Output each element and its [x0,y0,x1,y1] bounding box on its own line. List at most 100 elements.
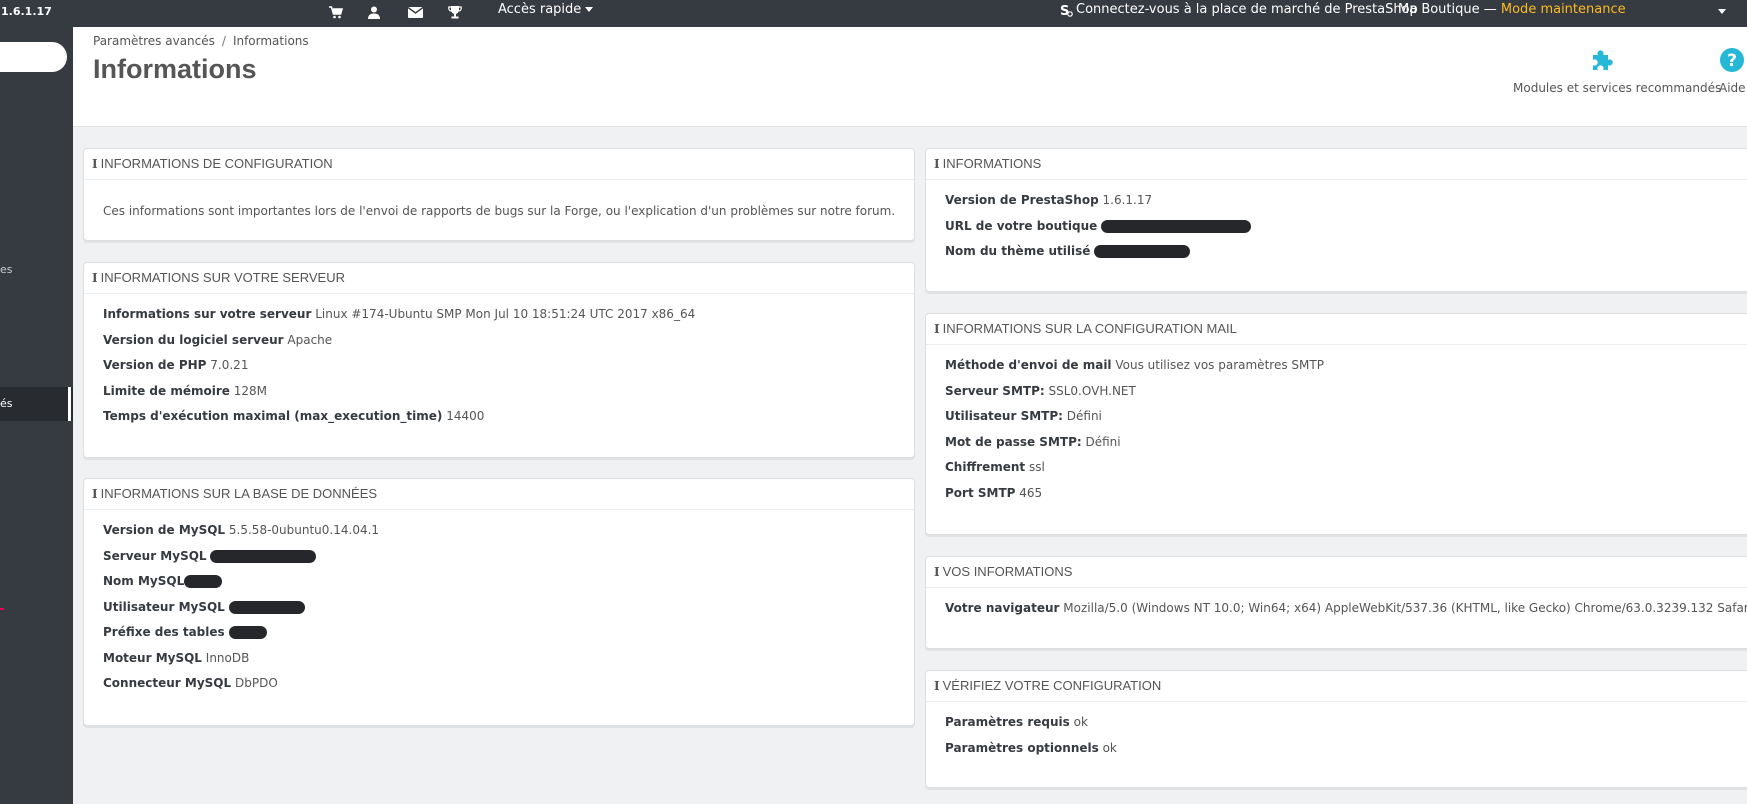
row-label: Port SMTP [945,485,1016,500]
row-label: Méthode d'envoi de mail [945,358,1112,372]
info-row: Serveur MySQL [103,548,895,574]
row-value: Défini [1085,434,1121,449]
info-row: URL de votre boutique [945,218,1735,244]
row-label: Paramètres requis [945,715,1070,729]
row-label: Version de PrestaShop [945,193,1099,207]
config-info-panel: i Informations de configuration Ces infor… [83,148,915,241]
panel-title: Informations sur la base de données [100,486,378,501]
info-row: Version du logiciel serveur Apache [103,332,895,358]
breadcrumb-parent[interactable]: Paramètres avancés [93,34,215,48]
info-row: Préfixe des tables [103,624,895,650]
info-row: Limite de mémoire 128M [103,383,895,409]
info-icon: i [934,565,940,579]
panel-heading: i Informations sur la base de données [84,479,914,510]
puzzle-icon [1593,50,1613,70]
sidebar-item-partial[interactable]: es [0,263,13,276]
cart-icon[interactable] [327,3,345,21]
redacted-value [228,626,267,639]
shop-separator: — [1479,2,1501,17]
row-label: Nom MySQL [103,574,185,588]
row-label: Utilisateur SMTP: [945,409,1063,423]
quick-access-label: Accès rapide [498,2,582,17]
shop-name: Ma Boutique [1398,2,1480,17]
row-value: ssl [1029,460,1045,474]
info-row: Chiffrement ssl [945,459,1735,485]
row-value: InnoDB [205,650,250,665]
sidebar-item-active[interactable]: és [0,387,73,421]
info-row: Temps d'exécution maximal (max_execution… [103,408,895,434]
page-header: Paramètres avancés / Informations Informat… [73,27,1747,127]
panel-heading: i Informations de configuration [84,149,914,180]
panel-heading: i Informations sur la configuration mail [926,314,1747,345]
row-value: 465 [1019,485,1043,500]
row-label: Préfixe des tables [103,625,225,639]
employee-menu-caret-icon[interactable] [1718,9,1726,14]
row-label: Utilisateur MySQL [103,599,225,614]
info-row: Utilisateur MySQL [103,599,895,625]
info-row: Paramètres requis ok [945,714,1735,740]
marketplace-label: Connectez-vous à la place de marché de P… [1076,2,1418,17]
row-value: Défini [1066,409,1102,423]
redacted-value [210,549,317,563]
top-navbar: 1.6.1.17 Accès rapide S Connectez-vous à… [0,0,1747,27]
info-row: Informations sur votre serveur Linux #17… [103,306,895,332]
row-label: Version du logiciel serveur [103,332,284,347]
info-icon: i [92,487,98,501]
database-info-panel: i Informations sur la base de données Ver… [83,478,915,726]
breadcrumb: Paramètres avancés / Informations [93,34,309,48]
user-icon[interactable] [365,3,383,21]
sidebar-search-input[interactable] [0,42,67,72]
svg-text:?: ? [1727,51,1737,71]
panel-heading: i Vos informations [926,557,1747,588]
row-label: Mot de passe SMTP: [945,434,1082,449]
maintenance-mode-link[interactable]: Mode maintenance [1501,2,1626,17]
breadcrumb-current: Informations [232,34,309,48]
row-label: Moteur MySQL [103,650,202,665]
row-label: Limite de mémoire [103,383,230,398]
addons-icon: S [1060,4,1073,17]
active-indicator [68,387,71,421]
info-row: Nom du thème utilisé [945,243,1735,269]
sidebar: es és [0,27,73,804]
panel-heading: i Informations sur votre serveur [84,263,914,294]
info-row: Mot de passe SMTP: Défini [945,434,1735,460]
row-label: Version de MySQL [103,523,226,537]
page-title: Informations [93,54,257,84]
info-icon: i [934,157,940,171]
panel-title: Informations [942,156,1042,171]
panel-title: Vos informations [942,564,1073,579]
config-description: Ces informations sont importantes lors d… [103,204,896,218]
trophy-icon[interactable] [446,3,464,21]
row-label: Nom du thème utilisé [945,244,1091,258]
info-row: Version de MySQL 5.5.58-0ubuntu0.14.04.1 [103,522,895,548]
row-value: 5.5.58-0ubuntu0.14.04.1 [228,523,380,537]
recommended-modules-label: Modules et services recommandés [1513,81,1722,95]
sidebar-marker [0,608,4,610]
envelope-icon[interactable] [406,3,424,21]
recommended-modules-button[interactable]: Modules et services recommandés [1513,47,1722,95]
your-info-panel: i Vos informations Votre navigateur Mozil… [925,556,1747,649]
info-row: Moteur MySQL InnoDB [103,650,895,676]
sidebar-item-active-label: és [0,397,13,410]
shop-link[interactable]: Ma Boutique — Mode maintenance [1398,2,1626,17]
info-row: Nom MySQL [103,573,895,599]
row-value: Vous utilisez vos paramètres SMTP [1115,358,1324,372]
row-label: URL de votre boutique [945,218,1098,233]
info-row: Votre navigateur Mozilla/5.0 (Windows NT… [945,600,1747,626]
row-value: 7.0.21 [210,358,249,372]
help-button[interactable]: ? Aide [1719,47,1747,95]
help-label: Aide [1719,81,1746,95]
row-value: Linux #174-Ubuntu SMP Mon Jul 10 18:51:2… [315,307,696,321]
caret-down-icon [585,7,594,12]
panel-heading: i Vérifiez votre configuration [926,671,1747,702]
check-config-panel: i Vérifiez votre configuration Paramètres… [925,670,1747,788]
mail-config-panel: i Informations sur la configuration mail … [925,313,1747,535]
info-row: Port SMTP 465 [945,485,1735,511]
info-row: Paramètres optionnels ok [945,740,1735,766]
redacted-value [184,575,223,588]
breadcrumb-separator: / [221,34,226,48]
marketplace-link[interactable]: S Connectez-vous à la place de marché de… [1060,2,1418,17]
quick-access-menu[interactable]: Accès rapide [498,2,594,17]
info-row: Connecteur MySQL DbPDO [103,675,895,701]
row-value: 14400 [446,409,485,423]
